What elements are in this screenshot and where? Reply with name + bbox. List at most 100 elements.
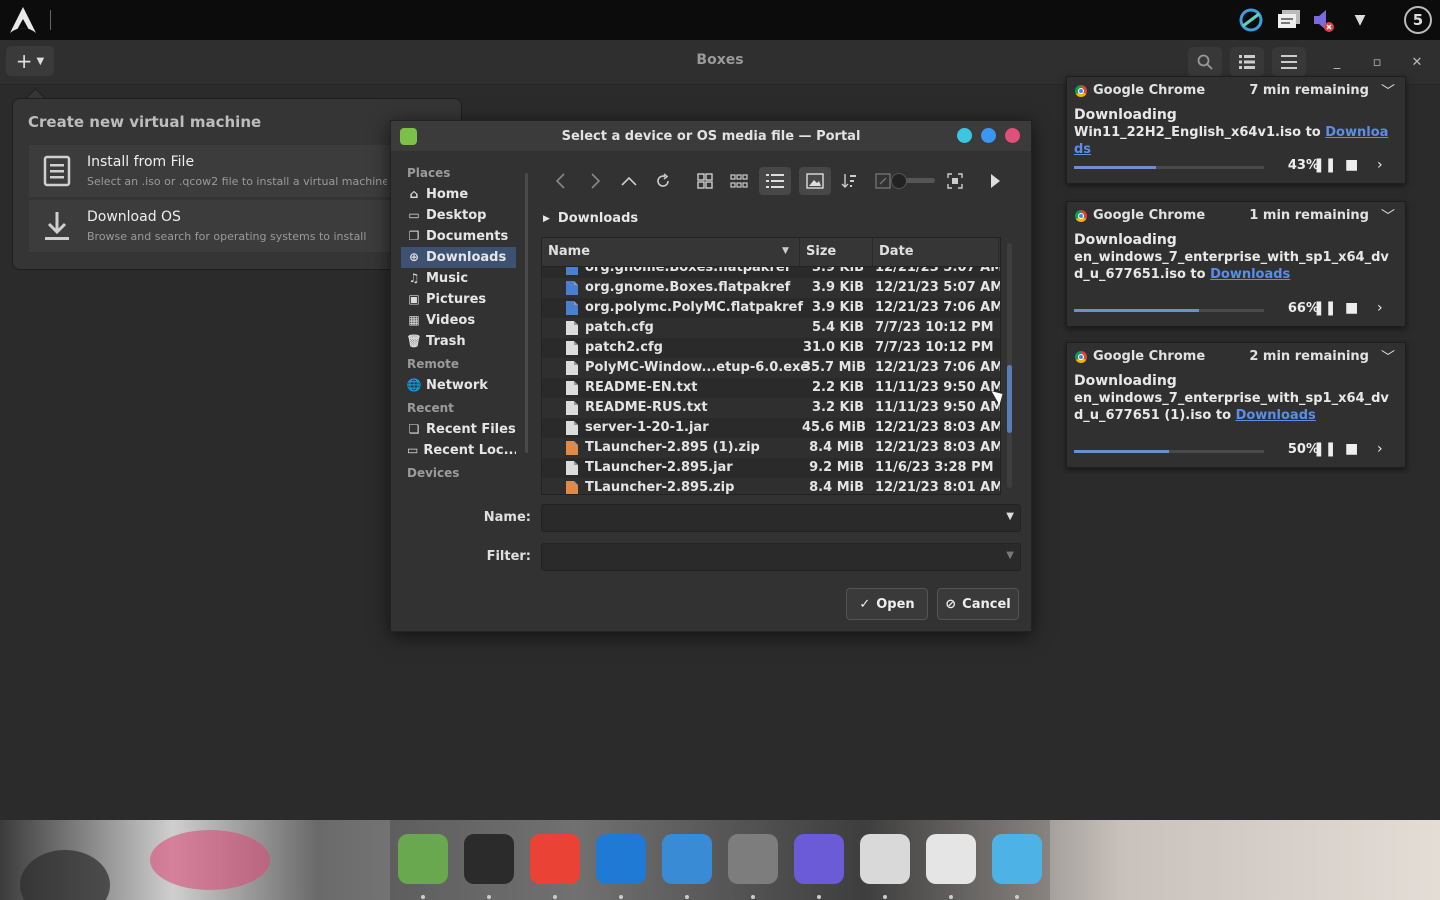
places-item-label: Downloads <box>426 250 507 265</box>
forward-button[interactable] <box>581 167 609 195</box>
file-row[interactable]: TLauncher-2.895.jar 9.2 MiB 11/6/23 3:28 P… <box>542 458 1000 478</box>
minimize-button[interactable]: _ <box>1327 52 1347 72</box>
filter-select[interactable]: ▼ <box>541 543 1021 571</box>
breadcrumb-current[interactable]: Downloads <box>558 211 638 226</box>
sync-icon[interactable] <box>1236 5 1266 35</box>
notifications-icon[interactable] <box>1274 5 1304 35</box>
file-row[interactable]: README-RUS.txt 3.2 KiB 11/11/23 9:50 AM <box>542 398 1000 418</box>
volume-muted-icon[interactable] <box>1308 5 1338 35</box>
download-notification[interactable]: Google Chrome 2 min remaining ﹀ Downloading… <box>1066 342 1406 468</box>
close-button[interactable]: ✕ <box>1407 52 1427 72</box>
download-notification[interactable]: Google Chrome 7 min remaining ﹀ Downloading… <box>1066 76 1406 184</box>
places-item-label: Pictures <box>426 292 487 307</box>
file-size: 8.4 MiB <box>809 480 864 495</box>
grid-view-icon <box>697 173 713 189</box>
places-scrollbar[interactable] <box>525 173 528 453</box>
file-row[interactable]: patch2.cfg 31.0 KiB 7/7/23 10:12 PM <box>542 338 1000 358</box>
file-row[interactable]: patch.cfg 5.4 KiB 7/7/23 10:12 PM <box>542 318 1000 338</box>
file-row[interactable]: README-EN.txt 2.2 KiB 11/11/23 9:50 AM <box>542 378 1000 398</box>
places-item-downloads[interactable]: ⊕ Downloads <box>401 247 516 268</box>
stop-icon[interactable]: ■ <box>1345 300 1358 316</box>
install-from-file-option[interactable]: Install from File Select an .iso or .qco… <box>29 145 449 197</box>
column-date[interactable]: Date <box>879 244 914 259</box>
places-item-recent-loc[interactable]: ▭ Recent Loc... <box>401 440 516 461</box>
file-row[interactable]: TLauncher-2.895 (1).zip 8.4 MiB 12/21/23 8… <box>542 438 1000 458</box>
file-row[interactable]: org.gnome.Boxes.flatpakref 3.9 KiB 12/21/2… <box>542 278 1000 298</box>
places-item-trash[interactable]: 🗑 Trash <box>401 331 516 352</box>
file-row[interactable]: org.polymc.PolyMC.flatpakref 3.9 KiB 12/21… <box>542 298 1000 318</box>
more-actions-button[interactable] <box>981 167 1009 195</box>
vscode-icon[interactable] <box>596 834 646 884</box>
file-row[interactable]: TLauncher-2.895.zip 8.4 MiB 12/21/23 8:01 … <box>542 478 1000 495</box>
window-close-dot[interactable] <box>1005 128 1020 143</box>
places-item-recent-files[interactable]: ❏ Recent Files <box>401 419 516 440</box>
places-item-documents[interactable]: ❐ Documents <box>401 226 516 247</box>
places-item-videos[interactable]: ▦ Videos <box>401 310 516 331</box>
stop-icon[interactable]: ■ <box>1345 157 1358 173</box>
list-view-button[interactable] <box>1230 47 1264 77</box>
roblox-studio-icon[interactable] <box>926 834 976 884</box>
breadcrumb-expand-icon[interactable]: ▶ <box>543 214 550 224</box>
preview-toggle-button[interactable] <box>799 167 831 195</box>
chevron-down-icon[interactable]: ﹀ <box>1381 206 1395 226</box>
terminal-icon[interactable] <box>464 834 514 884</box>
zoom-slider[interactable] <box>891 173 935 189</box>
pause-icon[interactable]: ❚❚ <box>1313 441 1336 457</box>
arch-linux-logo-icon[interactable] <box>8 6 38 34</box>
downloads-link[interactable]: Downloads <box>1210 267 1290 282</box>
open-button[interactable]: ✓ Open <box>846 588 928 620</box>
column-separator <box>998 238 999 266</box>
stone-block-icon[interactable] <box>728 834 778 884</box>
main-menu-button[interactable] <box>1272 47 1306 77</box>
sort-button[interactable] <box>835 167 863 195</box>
chevron-down-icon[interactable]: ▼ <box>1006 550 1014 561</box>
compact-view-button[interactable] <box>725 167 753 195</box>
pause-icon[interactable]: ❚❚ <box>1313 157 1336 173</box>
new-vm-button[interactable]: + ▼ <box>6 46 54 76</box>
downloads-icon: ⊕ <box>408 250 420 264</box>
places-item-desktop[interactable]: ▭ Desktop <box>401 205 516 226</box>
column-name[interactable]: Name <box>548 244 590 259</box>
back-button[interactable] <box>547 167 575 195</box>
window-maximize-dot[interactable] <box>981 128 996 143</box>
chevron-down-icon[interactable]: ﹀ <box>1381 81 1395 101</box>
chevron-right-icon[interactable]: › <box>1377 300 1383 316</box>
pause-icon[interactable]: ❚❚ <box>1313 300 1336 316</box>
boxes-icon[interactable] <box>992 834 1042 884</box>
chevron-down-icon[interactable]: ﹀ <box>1381 347 1395 367</box>
chrome-icon[interactable] <box>530 834 580 884</box>
downloads-link[interactable]: Downloads <box>1236 408 1316 423</box>
chevron-right-icon[interactable]: › <box>1377 157 1383 173</box>
window-minimize-dot[interactable] <box>957 128 972 143</box>
tray-expand-icon[interactable]: ▼ <box>1346 5 1374 35</box>
chevron-right-icon[interactable]: › <box>1377 441 1383 457</box>
dock-running-indicator <box>883 895 887 899</box>
column-size[interactable]: Size <box>806 244 836 259</box>
places-item-home[interactable]: ⌂ Home <box>401 184 516 205</box>
chevron-down-icon[interactable]: ▼ <box>1006 511 1014 522</box>
places-item-music[interactable]: ♫ Music <box>401 268 516 289</box>
download-os-option[interactable]: Download OS Browse and search for operat… <box>29 200 449 252</box>
search-button[interactable] <box>1188 47 1222 77</box>
gradient-app-icon[interactable] <box>794 834 844 884</box>
cancel-button[interactable]: ⊘ Cancel <box>937 588 1019 620</box>
dolphin-emulator-icon[interactable] <box>662 834 712 884</box>
file-row[interactable]: server-1-20-1.jar 45.6 MiB 12/21/23 8:03 A… <box>542 418 1000 438</box>
zoom-slider-handle[interactable] <box>891 173 907 189</box>
parent-folder-button[interactable] <box>615 167 643 195</box>
download-notification[interactable]: Google Chrome 1 min remaining ﹀ Downloading… <box>1066 201 1406 327</box>
icon-view-button[interactable] <box>691 167 719 195</box>
detail-view-button[interactable] <box>759 167 791 195</box>
workspace-indicator[interactable]: 5 <box>1402 5 1434 35</box>
roblox-icon[interactable] <box>860 834 910 884</box>
name-input[interactable]: ▼ <box>541 504 1021 532</box>
maximize-button[interactable]: ▫ <box>1367 52 1387 72</box>
reload-button[interactable] <box>649 167 677 195</box>
file-list-scrollbar-thumb[interactable] <box>1007 365 1012 433</box>
select-button[interactable] <box>941 167 969 195</box>
places-item-network[interactable]: 🌐 Network <box>401 375 516 396</box>
stop-icon[interactable]: ■ <box>1345 441 1358 457</box>
minecraft-launcher-icon[interactable] <box>398 834 448 884</box>
places-item-pictures[interactable]: ▣ Pictures <box>401 289 516 310</box>
file-row[interactable]: PolyMC-Window...etup-6.0.exe 35.7 MiB 12/2… <box>542 358 1000 378</box>
